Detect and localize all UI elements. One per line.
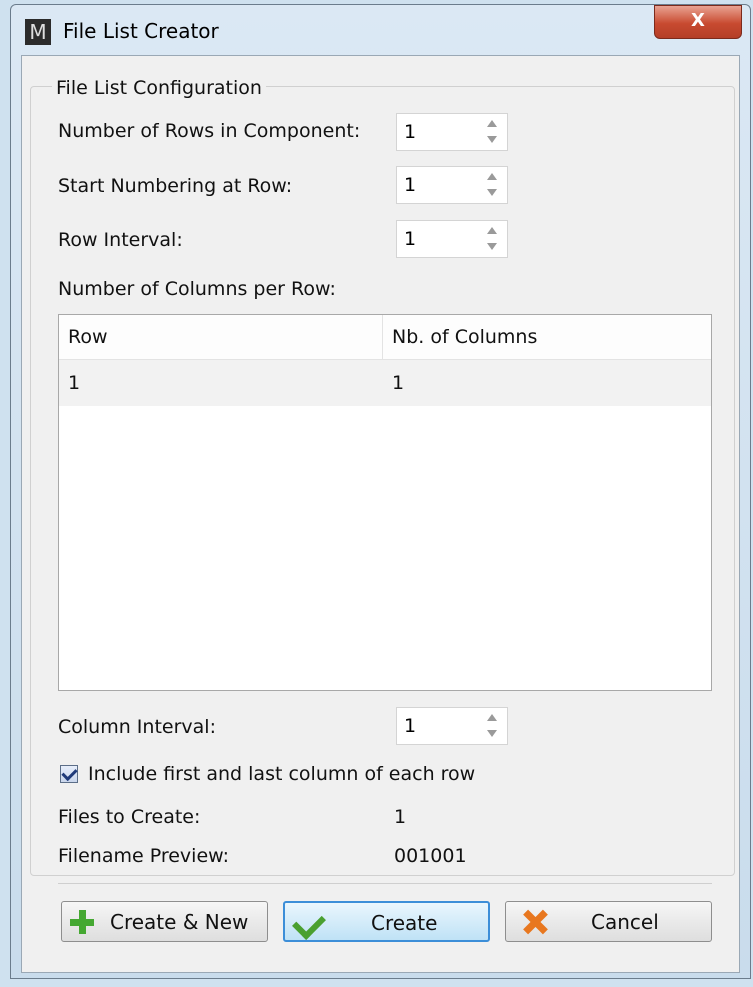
table-header: Row Nb. of Columns <box>59 315 711 360</box>
close-icon: X <box>691 10 705 31</box>
spinner-down-arrow-icon[interactable] <box>487 189 497 196</box>
create-label: Create <box>371 911 438 935</box>
spinner-up-arrow-icon[interactable] <box>487 173 497 180</box>
spinner-value: 1 <box>404 174 417 196</box>
include-first-last-label[interactable]: Include first and last column of each ro… <box>88 763 475 785</box>
app-logo-icon: M <box>25 19 51 45</box>
start-numbering-label: Start Numbering at Row: <box>58 175 293 197</box>
spinner-up-arrow-icon[interactable] <box>487 227 497 234</box>
window-title: File List Creator <box>63 19 219 43</box>
row-interval-spinner[interactable]: 1 <box>396 220 508 258</box>
column-header-nb-columns[interactable]: Nb. of Columns <box>383 315 713 359</box>
spinner-value: 1 <box>404 715 417 737</box>
table-row[interactable]: 1 1 <box>59 360 711 406</box>
checkmark-icon <box>292 906 326 940</box>
column-interval-label: Column Interval: <box>58 716 216 738</box>
cancel-button[interactable]: Cancel <box>505 901 712 942</box>
rows-in-component-label: Number of Rows in Component: <box>58 120 361 142</box>
filename-preview-value: 001001 <box>394 845 467 867</box>
plus-icon <box>70 910 94 934</box>
row-interval-label: Row Interval: <box>58 229 183 251</box>
title-bar[interactable]: M File List Creator X <box>11 5 750 55</box>
cancel-label: Cancel <box>591 910 659 934</box>
columns-per-row-label: Number of Columns per Row: <box>58 278 336 300</box>
columns-per-row-table[interactable]: Row Nb. of Columns 1 1 <box>58 314 712 691</box>
spinner-down-arrow-icon[interactable] <box>487 730 497 737</box>
spinner-value: 1 <box>404 121 417 143</box>
table-cell-row: 1 <box>68 372 81 394</box>
files-to-create-value: 1 <box>394 806 407 828</box>
create-button[interactable]: Create <box>283 901 490 942</box>
button-separator <box>58 883 712 884</box>
spinner-up-arrow-icon[interactable] <box>487 714 497 721</box>
spinner-value: 1 <box>404 228 417 250</box>
files-to-create-label: Files to Create: <box>58 806 201 828</box>
start-numbering-spinner[interactable]: 1 <box>396 166 508 204</box>
column-header-row[interactable]: Row <box>59 315 382 359</box>
filename-preview-label: Filename Preview: <box>58 845 230 867</box>
x-icon <box>522 909 548 935</box>
create-and-new-label: Create & New <box>110 910 249 934</box>
spinner-down-arrow-icon[interactable] <box>487 243 497 250</box>
include-first-last-checkbox[interactable] <box>60 765 78 783</box>
column-interval-spinner[interactable]: 1 <box>396 707 508 745</box>
group-legend: File List Configuration <box>52 77 266 99</box>
create-and-new-button[interactable]: Create & New <box>61 901 268 942</box>
spinner-up-arrow-icon[interactable] <box>487 120 497 127</box>
table-cell-nb-columns[interactable]: 1 <box>383 360 713 406</box>
spinner-down-arrow-icon[interactable] <box>487 136 497 143</box>
close-button[interactable]: X <box>654 5 742 39</box>
rows-in-component-spinner[interactable]: 1 <box>396 113 508 151</box>
